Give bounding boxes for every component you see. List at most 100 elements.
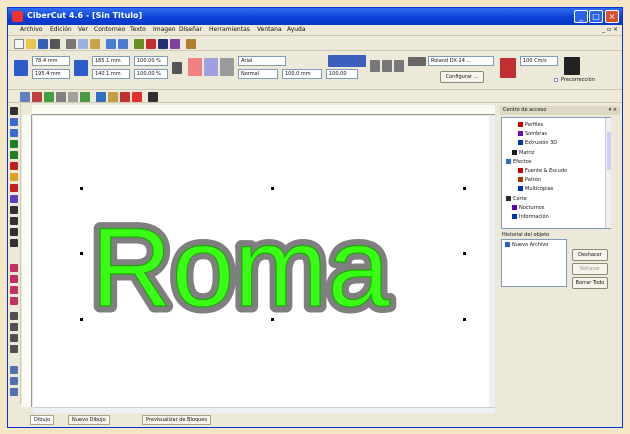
menu-ventana[interactable]: Ventana bbox=[257, 26, 282, 33]
maximize-button[interactable]: □ bbox=[589, 10, 603, 23]
align-center-icon[interactable] bbox=[382, 60, 392, 72]
order-icon[interactable] bbox=[80, 92, 90, 102]
lock-ratio-icon[interactable] bbox=[172, 62, 182, 74]
tab-previsualizar[interactable]: Previsualizar de Bloques bbox=[142, 415, 211, 425]
font-style-select[interactable]: Normal bbox=[238, 69, 278, 79]
selection-handle[interactable] bbox=[80, 318, 83, 321]
measure-tool-icon[interactable] bbox=[10, 312, 18, 320]
tree-scroll-thumb[interactable] bbox=[607, 132, 611, 170]
undo-icon[interactable] bbox=[106, 39, 116, 49]
skew-tool-icon[interactable] bbox=[10, 286, 18, 294]
cut-icon[interactable] bbox=[66, 39, 76, 49]
ellipse-tool-icon[interactable] bbox=[10, 173, 18, 181]
zoom-tool-icon[interactable] bbox=[10, 140, 18, 148]
menu-ver[interactable]: Ver bbox=[78, 26, 88, 33]
redo-icon[interactable] bbox=[118, 39, 128, 49]
close-button[interactable]: × bbox=[605, 10, 619, 23]
line-spacing-field[interactable]: 100.00 bbox=[326, 69, 358, 79]
canvas-vertical-scrollbar[interactable] bbox=[489, 116, 495, 407]
ungroup-icon[interactable] bbox=[56, 92, 66, 102]
tree-item-corte[interactable]: Corte bbox=[506, 196, 527, 202]
knife-tool-icon[interactable] bbox=[10, 129, 18, 137]
tree-item-perfiles[interactable]: Perfiles bbox=[518, 122, 543, 128]
contour-icon[interactable] bbox=[96, 92, 106, 102]
envelope-tool-icon[interactable] bbox=[10, 297, 18, 305]
selection-handle[interactable] bbox=[463, 187, 466, 190]
tree-item-matriz[interactable]: Matriz bbox=[512, 150, 534, 156]
rotate-icon[interactable] bbox=[204, 58, 218, 76]
title-bar[interactable]: CiberCut 4.6 - [Sin Titulo] _ □ × bbox=[8, 8, 622, 25]
tree-item-efectos[interactable]: Efectos bbox=[506, 159, 531, 165]
eraser-tool-icon[interactable] bbox=[10, 345, 18, 353]
pen-tool-icon[interactable] bbox=[10, 206, 18, 214]
undo-button[interactable]: Deshacer bbox=[572, 249, 608, 261]
zoom-fit-icon[interactable] bbox=[10, 388, 18, 396]
minimize-button[interactable]: _ bbox=[574, 10, 588, 23]
redo-button[interactable]: Rehacer bbox=[572, 263, 608, 275]
rotate-tool-icon[interactable] bbox=[10, 275, 18, 283]
menu-ayuda[interactable]: Ayuda bbox=[287, 26, 306, 33]
weld-icon[interactable] bbox=[32, 92, 42, 102]
tree-item-multicopias[interactable]: Multicopias bbox=[518, 186, 553, 192]
history-item[interactable]: Nuevo Archivo bbox=[505, 242, 548, 248]
zoom-out-icon[interactable] bbox=[10, 377, 18, 385]
size-w-field[interactable]: 185.1 mm bbox=[92, 56, 130, 66]
canvas-horizontal-scrollbar[interactable] bbox=[33, 407, 495, 413]
shape-tool-icon[interactable] bbox=[10, 118, 18, 126]
polygon-tool-icon[interactable] bbox=[10, 184, 18, 192]
freehand-tool-icon[interactable] bbox=[10, 228, 18, 236]
align-left-icon[interactable] bbox=[370, 60, 380, 72]
selection-handle[interactable] bbox=[80, 252, 83, 255]
pick-tool-icon[interactable] bbox=[10, 107, 18, 115]
configure-button[interactable]: Configurar ... bbox=[440, 71, 484, 83]
help-icon[interactable] bbox=[186, 39, 196, 49]
tab-nuevo-dibujo[interactable]: Nuevo Dibujo bbox=[68, 415, 110, 425]
zoom-in-icon[interactable] bbox=[10, 366, 18, 374]
outline-icon[interactable] bbox=[120, 92, 130, 102]
precorrection-checkbox[interactable] bbox=[554, 78, 558, 82]
selection-handle[interactable] bbox=[463, 252, 466, 255]
menu-texto[interactable]: Texto bbox=[130, 26, 146, 33]
menu-contorneo[interactable]: Contorneo bbox=[94, 26, 125, 33]
paste-icon[interactable] bbox=[90, 39, 100, 49]
scale-h-field[interactable]: 100.00 % bbox=[134, 69, 168, 79]
copy-icon[interactable] bbox=[78, 39, 88, 49]
pos-x-field[interactable]: 78.4 mm bbox=[32, 56, 70, 66]
rectangle-tool-icon[interactable] bbox=[10, 162, 18, 170]
tree-item-fuente[interactable]: Fuente & Escudo bbox=[518, 168, 567, 174]
mirror-tool-icon[interactable] bbox=[10, 264, 18, 272]
size-h-field[interactable]: 140.1 mm bbox=[92, 69, 130, 79]
save-icon[interactable] bbox=[38, 39, 48, 49]
send-to-cut-icon[interactable] bbox=[500, 58, 516, 78]
selection-handle[interactable] bbox=[271, 187, 274, 190]
dimension-tool-icon[interactable] bbox=[10, 323, 18, 331]
align-icon[interactable] bbox=[68, 92, 78, 102]
panel-close-icon[interactable]: ▾ × bbox=[609, 106, 617, 115]
print-cut-icon[interactable] bbox=[564, 57, 580, 75]
tree-item-informacion[interactable]: Información bbox=[512, 214, 549, 220]
text-format-icon[interactable] bbox=[328, 55, 366, 67]
menu-archivo[interactable]: Archivo bbox=[20, 26, 42, 33]
vectorize-icon[interactable] bbox=[170, 39, 180, 49]
selection-handle[interactable] bbox=[271, 318, 274, 321]
tree-item-extrusion[interactable]: Extrusión 3D bbox=[518, 140, 557, 146]
flip-icon[interactable] bbox=[220, 58, 234, 76]
zoom-icon[interactable] bbox=[134, 39, 144, 49]
mirror-icon[interactable] bbox=[188, 58, 202, 76]
font-size-field[interactable]: 100.0 mm bbox=[282, 69, 322, 79]
eyedropper-tool-icon[interactable] bbox=[10, 334, 18, 342]
shadow-icon[interactable] bbox=[108, 92, 118, 102]
font-name-select[interactable]: Arial bbox=[238, 56, 286, 66]
menu-edicion[interactable]: Edición bbox=[50, 26, 72, 33]
pos-y-field[interactable]: 195.4 mm bbox=[32, 69, 70, 79]
selection-handle[interactable] bbox=[463, 318, 466, 321]
plotter-icon[interactable] bbox=[158, 39, 168, 49]
open-folder-icon[interactable] bbox=[26, 39, 36, 49]
bezier-tool-icon[interactable] bbox=[10, 217, 18, 225]
tree-item-patron[interactable]: Patrón bbox=[518, 177, 541, 183]
pan-tool-icon[interactable] bbox=[10, 151, 18, 159]
menu-imagen[interactable]: Imagen bbox=[153, 26, 176, 33]
clear-all-button[interactable]: Borrar Todo bbox=[572, 277, 608, 289]
new-file-icon[interactable] bbox=[14, 39, 24, 49]
align-right-icon[interactable] bbox=[394, 60, 404, 72]
